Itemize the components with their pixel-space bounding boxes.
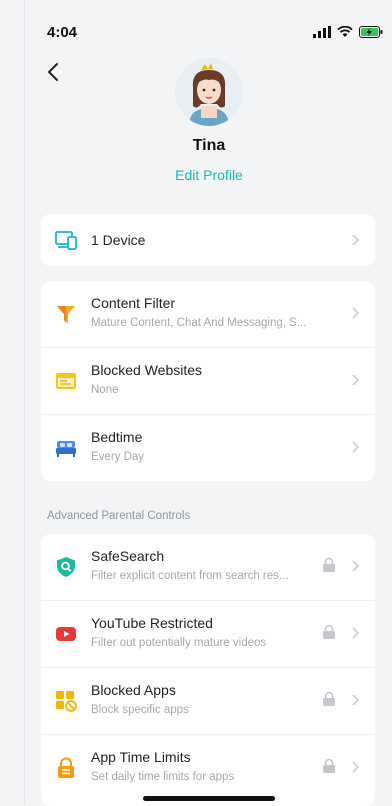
funnel-icon (57, 306, 75, 323)
content-filter-subtitle: Mature Content, Chat And Messaging, S... (91, 317, 307, 329)
app-time-limits-title: App Time Limits (91, 749, 191, 765)
chevron-right-icon (352, 441, 360, 453)
lock-icon (323, 624, 335, 639)
safesearch-row[interactable]: SafeSearch Filter explicit content from … (41, 534, 375, 601)
blocked-apps-title: Blocked Apps (91, 682, 176, 698)
bed-icon (56, 441, 76, 457)
lock-icon (323, 557, 335, 572)
blocked-websites-subtitle: None (91, 384, 119, 396)
devices-card: 1 Device (41, 214, 375, 266)
bedtime-row[interactable]: Bedtime Every Day (41, 415, 375, 481)
bedtime-title: Bedtime (91, 429, 143, 445)
bedtime-subtitle: Every Day (91, 451, 145, 463)
lock-timer-icon (58, 757, 74, 778)
chevron-right-icon (352, 560, 360, 572)
content-filter-title: Content Filter (91, 295, 176, 311)
advanced-section-label: Advanced Parental Controls (47, 510, 191, 522)
controls-card: Content Filter Mature Content, Chat And … (41, 281, 375, 481)
home-indicator (143, 796, 275, 801)
blocked-apps-row[interactable]: Blocked Apps Block specific apps (41, 668, 375, 735)
shield-search-icon (57, 557, 75, 577)
chevron-right-icon (352, 761, 360, 773)
chevron-right-icon (352, 694, 360, 706)
edit-profile-link[interactable]: Edit Profile (25, 167, 392, 183)
lock-icon (323, 691, 335, 706)
wifi-icon (337, 26, 353, 37)
chevron-right-icon (352, 234, 360, 246)
signal-icon (313, 26, 331, 38)
status-bar: 4:04 (47, 20, 383, 44)
chevron-right-icon (352, 307, 360, 319)
lock-icon (323, 758, 335, 773)
blocked-apps-subtitle: Block specific apps (91, 704, 189, 716)
app-time-limits-row[interactable]: App Time Limits Set daily time limits fo… (41, 735, 375, 801)
status-time: 4:04 (47, 23, 78, 41)
browser-window-icon (56, 373, 76, 389)
chevron-right-icon (352, 627, 360, 639)
back-button[interactable] (39, 58, 67, 86)
youtube-icon (56, 627, 76, 641)
content-filter-row[interactable]: Content Filter Mature Content, Chat And … (41, 281, 375, 348)
profile-name: Tina (192, 137, 226, 154)
blocked-websites-title: Blocked Websites (91, 362, 203, 378)
youtube-restricted-title: YouTube Restricted (91, 615, 213, 631)
devices-icon (55, 231, 77, 250)
avatar (175, 58, 243, 126)
youtube-restricted-subtitle: Filter out potentially mature videos (91, 637, 267, 649)
status-icons (313, 26, 383, 38)
blocked-apps-icon (56, 691, 77, 712)
chevron-left-icon (48, 63, 58, 81)
app-screen: 4:04 Tina Edit Profile 1 Device Content … (24, 0, 392, 806)
chevron-right-icon (352, 374, 360, 386)
devices-row[interactable]: 1 Device (41, 214, 375, 266)
safesearch-title: SafeSearch (91, 548, 165, 564)
app-time-limits-subtitle: Set daily time limits for apps (91, 771, 235, 783)
advanced-controls-card: SafeSearch Filter explicit content from … (41, 534, 375, 806)
blocked-websites-row[interactable]: Blocked Websites None (41, 348, 375, 415)
girl-avatar-icon (175, 58, 243, 126)
youtube-restricted-row[interactable]: YouTube Restricted Filter out potentiall… (41, 601, 375, 668)
safesearch-subtitle: Filter explicit content from search res.… (91, 570, 289, 582)
devices-label: 1 Device (91, 232, 146, 248)
battery-charging-icon (359, 26, 383, 38)
